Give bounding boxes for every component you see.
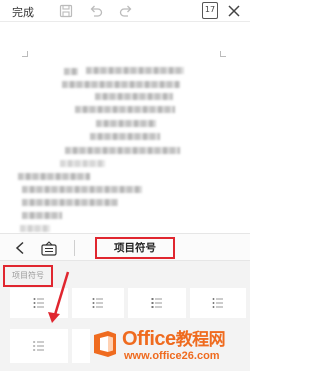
blurred-text: [75, 106, 175, 113]
page-margin-corner: [220, 51, 226, 57]
watermark-site: www.office26.com: [124, 350, 220, 362]
done-button[interactable]: 完成: [12, 4, 34, 20]
bullet-option[interactable]: [10, 288, 68, 318]
bullet-option[interactable]: [190, 288, 246, 318]
undo-icon[interactable]: [88, 3, 104, 19]
blurred-text: [96, 120, 156, 127]
blurred-text: [86, 67, 184, 74]
blurred-text: [18, 173, 90, 180]
blurred-text: [20, 225, 50, 232]
panel-title: 项目符号: [95, 237, 175, 259]
office-logo-icon: [92, 330, 118, 358]
blurred-text: [90, 133, 160, 140]
blurred-text: [62, 81, 180, 88]
blurred-text: [22, 186, 142, 193]
redo-icon[interactable]: [118, 3, 134, 19]
bullet-option[interactable]: [10, 329, 68, 363]
bullet-option[interactable]: [72, 329, 90, 363]
back-icon[interactable]: [14, 241, 26, 255]
blurred-text: [60, 160, 105, 167]
separator: [74, 240, 75, 256]
blurred-text: [22, 199, 118, 206]
save-icon[interactable]: [58, 3, 74, 19]
document-canvas[interactable]: [0, 23, 250, 233]
page-margin-corner: [22, 51, 28, 57]
bullet-option[interactable]: [128, 288, 186, 318]
watermark-brand-cn: 教程网: [175, 330, 226, 350]
close-icon[interactable]: [226, 3, 242, 19]
watermark-brand-en: Office: [122, 328, 176, 350]
blurred-text: [64, 68, 78, 75]
blurred-text: [95, 93, 173, 100]
blurred-text: [65, 147, 180, 154]
section-label: 项目符号: [3, 265, 53, 287]
watermark-brand: Office教程网: [122, 325, 226, 351]
page-count-icon[interactable]: 17: [202, 2, 218, 19]
top-toolbar: 完成 17: [0, 0, 250, 22]
blurred-text: [22, 212, 62, 219]
keyboard-icon[interactable]: [41, 241, 57, 256]
bullet-option[interactable]: [72, 288, 124, 318]
